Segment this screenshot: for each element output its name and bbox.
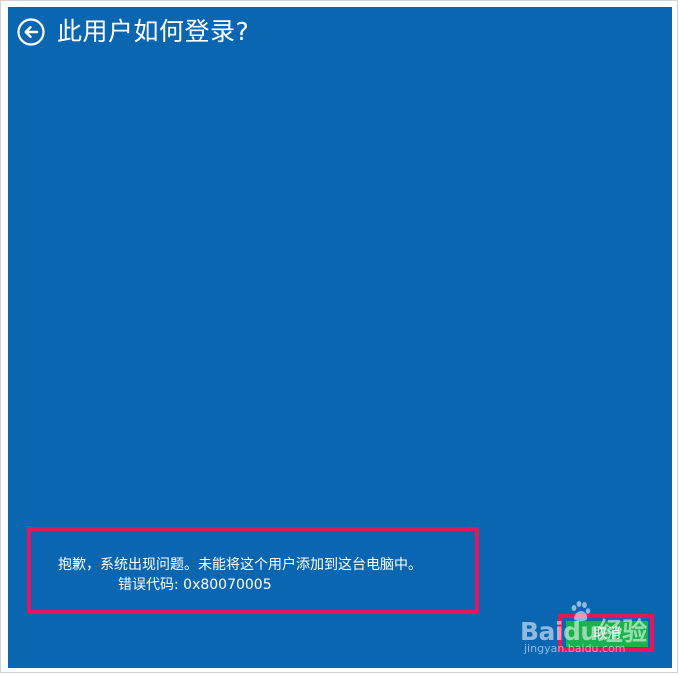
error-code: 错误代码: 0x80070005	[118, 577, 272, 593]
back-arrow-circle-icon	[17, 18, 45, 46]
page-title: 此用户如何登录?	[57, 17, 250, 46]
back-button[interactable]	[17, 18, 45, 46]
error-message: 抱歉，系统出现问题。未能将这个用户添加到这台电脑中。	[58, 557, 422, 573]
cancel-button[interactable]: 取消	[566, 621, 648, 647]
